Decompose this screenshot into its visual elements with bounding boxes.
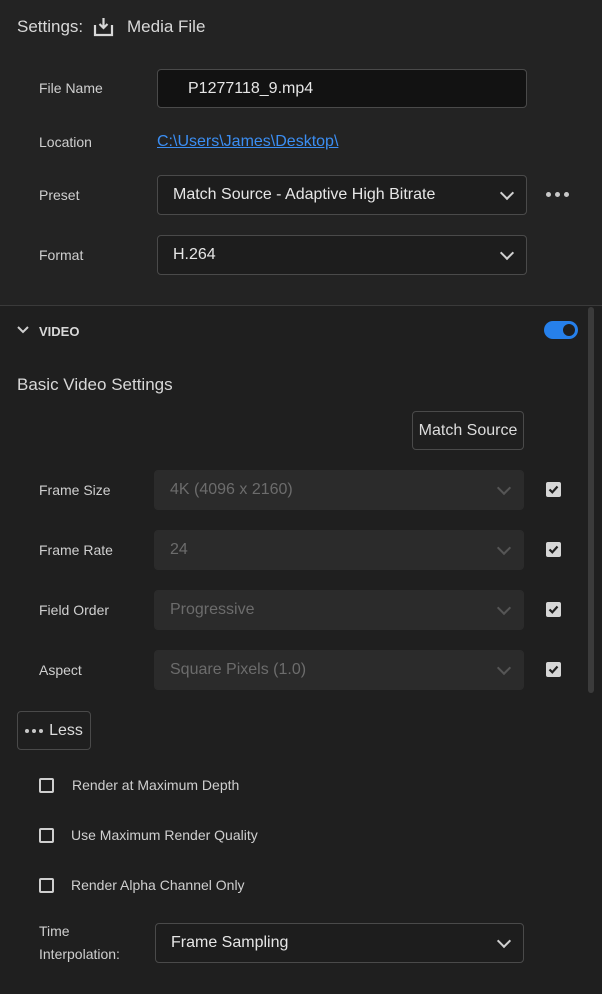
frame-rate-checkbox[interactable]	[546, 542, 561, 557]
time-interpolation-value: Frame Sampling	[171, 934, 289, 951]
field-order-checkbox[interactable]	[546, 602, 561, 617]
chevron-down-icon	[496, 480, 512, 496]
aspect-label: Aspect	[39, 662, 82, 678]
format-label: Format	[39, 247, 84, 263]
less-label: Less	[49, 721, 83, 739]
time-interpolation-label-line2: Interpolation:	[39, 946, 120, 962]
frame-size-checkbox[interactable]	[546, 482, 561, 497]
aspect-checkbox[interactable]	[546, 662, 561, 677]
file-name-label: File Name	[39, 80, 103, 96]
download-icon	[93, 16, 114, 42]
frame-rate-value: 24	[170, 541, 188, 558]
chevron-down-icon	[496, 540, 512, 556]
frame-rate-dropdown[interactable]: 24	[154, 530, 524, 570]
aspect-value: Square Pixels (1.0)	[170, 661, 307, 678]
settings-label: Settings:	[17, 17, 84, 36]
preset-label: Preset	[39, 187, 80, 203]
max-render-quality-checkbox[interactable]	[39, 828, 54, 843]
render-alpha-only-checkbox[interactable]	[39, 878, 54, 893]
render-alpha-only-label: Render Alpha Channel Only	[71, 877, 245, 893]
collapse-chevron-icon[interactable]	[17, 322, 29, 340]
render-max-depth-checkbox[interactable]	[39, 778, 54, 793]
field-order-dropdown[interactable]: Progressive	[154, 590, 524, 630]
frame-rate-label: Frame Rate	[39, 542, 113, 558]
frame-size-value: 4K (4096 x 2160)	[170, 481, 293, 498]
preset-dropdown[interactable]: Match Source - Adaptive High Bitrate	[157, 175, 527, 215]
scrollbar[interactable]	[588, 307, 594, 693]
chevron-down-icon	[496, 660, 512, 676]
frame-size-dropdown[interactable]: 4K (4096 x 2160)	[154, 470, 524, 510]
field-order-value: Progressive	[170, 601, 255, 618]
field-order-label: Field Order	[39, 602, 110, 618]
location-label: Location	[39, 134, 92, 150]
chevron-down-icon	[496, 600, 512, 616]
time-interpolation-label-line1: Time	[39, 923, 70, 939]
section-divider	[0, 305, 602, 306]
chevron-down-icon	[499, 245, 515, 261]
chevron-down-icon	[496, 933, 512, 949]
less-button[interactable]: Less	[17, 711, 91, 750]
video-section-title: VIDEO	[39, 324, 80, 339]
max-render-quality-label: Use Maximum Render Quality	[71, 827, 258, 843]
file-name-input[interactable]: P1277118_9.mp4	[157, 69, 527, 108]
preset-value: Match Source - Adaptive High Bitrate	[173, 186, 436, 203]
video-enable-toggle[interactable]	[544, 321, 578, 339]
location-link[interactable]: C:\Users\James\Desktop\	[157, 133, 338, 151]
file-name-value: P1277118_9.mp4	[188, 79, 314, 97]
media-file-label: Media File	[127, 17, 206, 36]
render-max-depth-label: Render at Maximum Depth	[72, 777, 240, 793]
basic-video-settings-title: Basic Video Settings	[17, 375, 173, 394]
more-options-icon[interactable]	[546, 192, 569, 197]
match-source-button[interactable]: Match Source	[412, 411, 524, 450]
more-dots-icon	[25, 728, 44, 733]
aspect-dropdown[interactable]: Square Pixels (1.0)	[154, 650, 524, 690]
format-value: H.264	[173, 246, 216, 263]
time-interpolation-dropdown[interactable]: Frame Sampling	[155, 923, 524, 963]
format-dropdown[interactable]: H.264	[157, 235, 527, 275]
chevron-down-icon	[499, 185, 515, 201]
frame-size-label: Frame Size	[39, 482, 111, 498]
